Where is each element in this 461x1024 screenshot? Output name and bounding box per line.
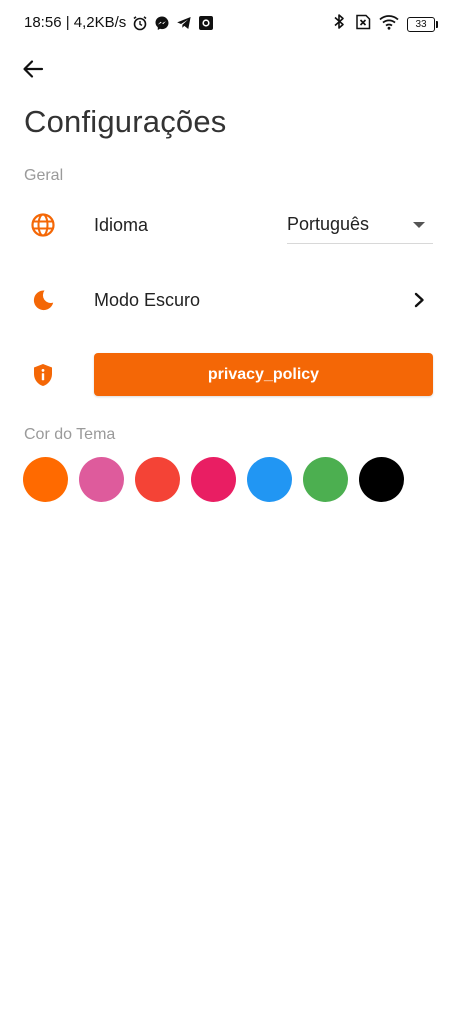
alarm-icon — [132, 15, 148, 31]
language-label: Idioma — [94, 215, 149, 235]
chevron-right-icon — [414, 292, 424, 308]
arrow-left-icon — [23, 60, 44, 78]
language-dropdown[interactable]: Português — [287, 205, 433, 244]
status-time-speed: 18:56 | 4,2KB/s — [24, 14, 127, 31]
dark-mode-label: Modo Escuro — [94, 290, 201, 310]
section-label-theme: Cor do Tema — [24, 426, 116, 443]
language-row: Idioma Português — [0, 200, 461, 250]
status-bar: 18:56 | 4,2KB/s 33 — [0, 0, 461, 46]
theme-color-swatches — [23, 457, 415, 502]
dark-mode-row[interactable]: Modo Escuro — [0, 276, 461, 324]
theme-color-swatch[interactable] — [23, 457, 68, 502]
status-left: 18:56 | 4,2KB/s — [24, 14, 214, 31]
camera-icon — [198, 15, 214, 31]
section-label-general: Geral — [24, 167, 64, 184]
moon-icon — [30, 287, 56, 313]
page-title: Configurações — [24, 104, 227, 139]
privacy-policy-button[interactable]: privacy_policy — [94, 353, 433, 396]
theme-color-swatch[interactable] — [79, 457, 124, 502]
telegram-icon — [176, 15, 192, 31]
theme-color-swatch[interactable] — [135, 457, 180, 502]
theme-color-swatch[interactable] — [303, 457, 348, 502]
no-sim-icon — [353, 14, 371, 35]
settings-screen: 18:56 | 4,2KB/s 33 Configurações Geral I… — [0, 0, 461, 1024]
language-selected-value: Português — [287, 214, 370, 234]
dropdown-arrow-icon — [413, 222, 425, 228]
bluetooth-icon — [333, 13, 345, 35]
wifi-icon — [379, 14, 399, 35]
theme-color-swatch[interactable] — [247, 457, 292, 502]
status-right: 33 — [325, 13, 438, 35]
back-button[interactable] — [18, 54, 48, 84]
theme-color-swatch[interactable] — [191, 457, 236, 502]
battery-icon: 33 — [407, 16, 438, 32]
globe-icon — [30, 212, 56, 238]
privacy-row: privacy_policy — [0, 352, 461, 398]
messenger-icon — [154, 15, 170, 31]
theme-color-swatch[interactable] — [359, 457, 404, 502]
shield-info-icon — [30, 362, 56, 388]
